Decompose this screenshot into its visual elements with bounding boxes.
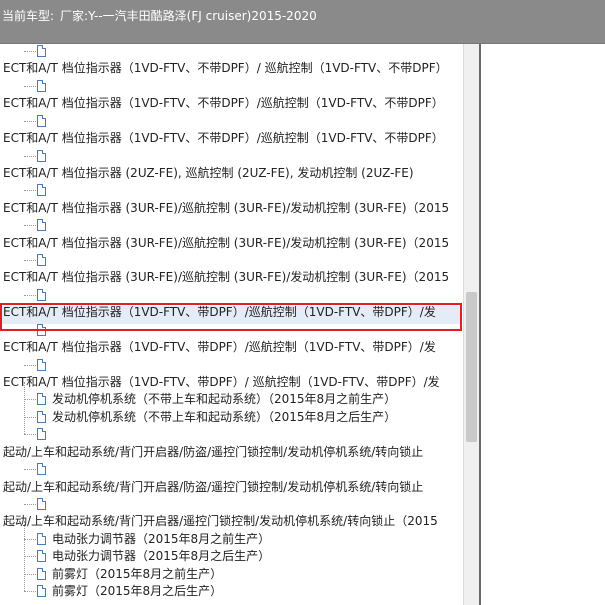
document-icon [37,498,46,510]
tree-connector [24,417,36,419]
tree-connector [24,330,36,332]
document-icon [37,568,46,580]
tree-connector [24,591,36,593]
tree-connector [24,260,36,262]
tree-item[interactable]: 起动/上车和起动系统/背门开启器/遥控门锁控制/发动机停机系统/转向锁止（201… [0,512,438,530]
document-icon [37,359,46,371]
tree-item-label: ECT和A/T 档位指示器（1VD-FTV、不带DPF）/ 巡航控制（1VD-F… [3,61,448,75]
tree-document-node[interactable]: 电动张力调节器（2015年8月之后生产） [0,547,270,565]
document-icon [37,254,46,266]
tree-item[interactable]: ECT和A/T 档位指示器（1VD-FTV、不带DPF）/巡航控制（1VD-FT… [0,94,444,112]
tree-item[interactable]: ECT和A/T 档位指示器（1VD-FTV、不带DPF）/ 巡航控制（1VD-F… [0,59,448,77]
tree-document-node[interactable] [0,181,52,199]
scrollbar-thumb[interactable] [466,292,477,442]
document-icon [37,150,46,162]
tree-connector [24,434,36,436]
document-icon [37,550,46,562]
tree-item-label: ECT和A/T 档位指示器（1VD-FTV、不带DPF）/巡航控制（1VD-FT… [3,96,444,110]
tree-connector [24,399,36,401]
vertical-scrollbar[interactable] [463,44,479,605]
tree-document-node[interactable]: 电动张力调节器（2015年8月之前生产） [0,530,270,548]
tree-document-node[interactable]: 前雾灯（2015年8月之前生产） [0,565,222,583]
tree-node-label: 电动张力调节器（2015年8月之后生产） [52,549,271,563]
tree-node-label: 电动张力调节器（2015年8月之前生产） [52,532,271,546]
tree-item-label: ECT和A/T 档位指示器（1VD-FTV、带DPF）/巡航控制（1VD-FTV… [3,305,436,319]
tree-document-node[interactable] [0,216,52,234]
current-model-label: 当前车型: [2,9,55,23]
document-icon [37,115,46,127]
tree-connector [24,556,36,558]
tree-connector [24,51,36,53]
document-icon [37,463,46,475]
tree-document-node[interactable]: 发动机停机系统（不带上车和起动系统）（2015年8月之前生产） [0,390,396,408]
tree-connector [24,295,36,297]
tree-guide-line [24,521,25,591]
tree-item-label: 起动/上车和起动系统/背门开启器/防盗/遥控门锁控制/发动机停机系统/转向锁止 [3,445,424,459]
document-icon [37,585,46,597]
tree-document-node[interactable] [0,356,52,374]
tree-connector [24,469,36,471]
tree-document-node[interactable] [0,44,52,60]
tree-connector [24,190,36,192]
tree-connector [24,121,36,123]
current-model-bar: 当前车型: 厂家:Y--一汽丰田酷路泽(FJ cruiser)2015-2020 [0,0,605,44]
tree-connector [24,86,36,88]
tree-document-node[interactable] [0,77,52,95]
tree-node-label: 前雾灯（2015年8月之前生产） [52,567,223,581]
circuit-tree[interactable]: ECT和A/T 档位指示器（1VD-FTV、不带DPF）/ 巡航控制（1VD-F… [0,44,463,605]
tree-document-node[interactable] [0,251,52,269]
tree-node-label: 发动机停机系统（不带上车和起动系统）（2015年8月之前生产） [52,392,397,406]
tree-item[interactable]: ECT和A/T 档位指示器（1VD-FTV、带DPF）/巡航控制（1VD-FTV… [0,303,436,321]
tree-document-node[interactable]: 发动机停机系统（不带上车和起动系统）（2015年8月之后生产） [0,408,396,426]
tree-item[interactable]: ECT和A/T 档位指示器 (3UR-FE)/巡航控制 (3UR-FE)/发动机… [0,234,449,252]
tree-document-node[interactable] [0,495,52,513]
document-icon [37,428,46,440]
tree-item-label: ECT和A/T 档位指示器（1VD-FTV、不带DPF）/巡航控制（1VD-FT… [3,131,444,145]
tree-item[interactable]: ECT和A/T 档位指示器 (3UR-FE)/巡航控制 (3UR-FE)/发动机… [0,199,449,217]
document-icon [37,393,46,405]
tree-document-node[interactable] [0,286,52,304]
document-icon [37,324,46,336]
document-icon [37,219,46,231]
current-model-value: 厂家:Y--一汽丰田酷路泽(FJ cruiser)2015-2020 [60,9,317,23]
tree-connector [24,365,36,367]
tree-document-node[interactable] [0,425,52,443]
tree-item[interactable]: 起动/上车和起动系统/背门开启器/防盗/遥控门锁控制/发动机停机系统/转向锁止 [0,443,423,461]
tree-node-label: 发动机停机系统（不带上车和起动系统）（2015年8月之后生产） [52,410,397,424]
tree-item-label: ECT和A/T 档位指示器 (3UR-FE)/巡航控制 (3UR-FE)/发动机… [3,201,450,215]
tree-item[interactable]: ECT和A/T 档位指示器（1VD-FTV、带DPF）/巡航控制（1VD-FTV… [0,338,436,356]
tree-item[interactable]: ECT和A/T 档位指示器 (2UZ-FE), 巡航控制 (2UZ-FE), 发… [0,164,414,182]
document-icon [37,184,46,196]
tree-guide-line [24,382,25,434]
tree-document-node[interactable] [0,112,52,130]
tree-document-node[interactable] [0,147,52,165]
document-icon [37,289,46,301]
tree-connector [24,504,36,506]
tree-connector [24,574,36,576]
tree-document-node[interactable] [0,460,52,478]
detail-pane [481,44,605,605]
tree-connector [24,225,36,227]
tree-document-node[interactable]: 前雾灯（2015年8月之后生产） [0,582,222,600]
document-icon [37,411,46,423]
tree-document-node[interactable] [0,321,52,339]
tree-item[interactable]: ECT和A/T 档位指示器（1VD-FTV、带DPF）/ 巡航控制（1VD-FT… [0,373,440,391]
tree-item-label: ECT和A/T 档位指示器 (3UR-FE)/巡航控制 (3UR-FE)/发动机… [3,236,450,250]
tree-item-label: ECT和A/T 档位指示器（1VD-FTV、带DPF）/ 巡航控制（1VD-FT… [3,375,440,389]
tree-item-label: ECT和A/T 档位指示器 (2UZ-FE), 巡航控制 (2UZ-FE), 发… [3,166,414,180]
tree-connector [24,156,36,158]
tree-connector [24,539,36,541]
tree-item-label: 起动/上车和起动系统/背门开启器/防盗/遥控门锁控制/发动机停机系统/转向锁止 [3,480,424,494]
document-icon [37,80,46,92]
tree-item[interactable]: ECT和A/T 档位指示器 (3UR-FE)/巡航控制 (3UR-FE)/发动机… [0,268,449,286]
tree-item[interactable]: 起动/上车和起动系统/背门开启器/防盗/遥控门锁控制/发动机停机系统/转向锁止 [0,478,423,496]
document-icon [37,533,46,545]
tree-node-label: 前雾灯（2015年8月之后生产） [52,584,223,598]
document-icon [37,45,46,57]
tree-item-label: ECT和A/T 档位指示器 (3UR-FE)/巡航控制 (3UR-FE)/发动机… [3,270,450,284]
tree-item-label: 起动/上车和起动系统/背门开启器/遥控门锁控制/发动机停机系统/转向锁止（201… [3,514,438,528]
tree-item[interactable]: ECT和A/T 档位指示器（1VD-FTV、不带DPF）/巡航控制（1VD-FT… [0,129,444,147]
tree-item-label: ECT和A/T 档位指示器（1VD-FTV、带DPF）/巡航控制（1VD-FTV… [3,340,436,354]
